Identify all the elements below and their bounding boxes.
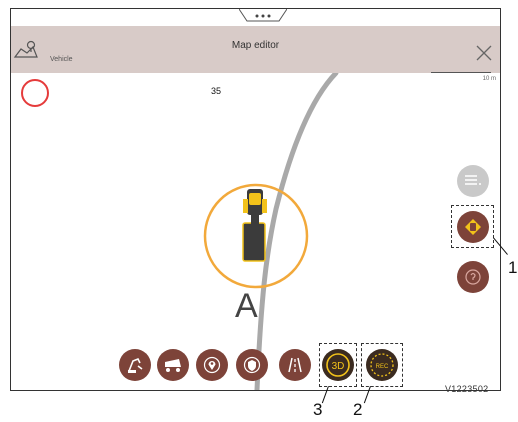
title-bar: Vehicle Map editor [11,26,500,73]
callout-3: 3 [313,400,323,419]
shield-button[interactable] [236,349,268,381]
speed-readout: 35 [211,86,222,96]
record-icon: REC [370,353,394,377]
recording-indicator [21,79,49,107]
road-button[interactable] [279,349,311,381]
layers-menu-icon [465,175,481,185]
view-3d-icon: 3D [326,353,350,377]
shield-icon [243,356,261,374]
map-editor-screen: Vehicle Map editor 10 m 35 A 3D REC [10,8,501,391]
location-pin-icon [203,356,221,374]
vehicle-subtitle: Vehicle [50,56,73,63]
view-3d-button[interactable]: 3D [322,349,354,381]
help-button[interactable] [457,261,489,293]
record-label: REC [376,364,389,370]
road-icon [288,357,302,373]
excavator-button[interactable] [119,349,151,381]
excavator-icon [128,357,143,373]
dump-truck-icon [165,359,181,372]
view-3d-label: 3D [332,361,345,372]
layers-menu-button[interactable] [457,165,489,197]
scale-bar [431,72,491,73]
help-icon [465,269,481,285]
center-on-machine-button[interactable] [457,211,489,243]
close-icon[interactable] [476,45,492,61]
scale-label: 10 m [482,76,496,82]
machine-center-icon [465,219,481,235]
record-button[interactable]: REC [366,349,398,381]
page-title: Map editor [231,40,280,51]
callout-1: 1 [508,258,518,277]
callout-2: 2 [353,400,363,419]
figure-id: V1223502 [445,384,489,394]
location-pin-button[interactable] [196,349,228,381]
vehicle-icon [242,189,267,262]
dump-truck-button[interactable] [157,349,189,381]
track-point-label: A [235,287,258,325]
